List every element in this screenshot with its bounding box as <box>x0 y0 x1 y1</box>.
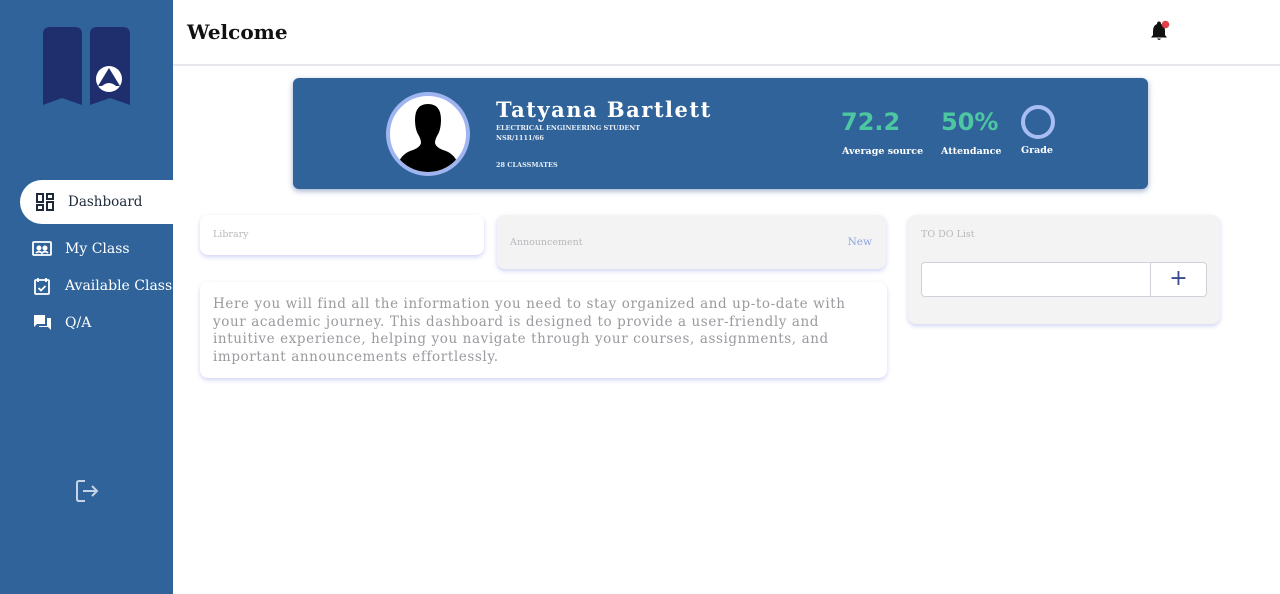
dashboard-info-card: Here you will find all the information y… <box>200 282 887 378</box>
library-card[interactable]: Library <box>200 215 484 255</box>
avatar <box>386 92 470 176</box>
sidebar-item-label: Available Class <box>65 278 173 294</box>
student-profile-card: Tatyana Bartlett ELECTRICAL ENGINEERING … <box>293 78 1148 189</box>
student-program: ELECTRICAL ENGINEERING STUDENT <box>496 124 641 132</box>
announcement-label: Announcement <box>510 237 583 248</box>
top-header: Welcome <box>173 0 1280 66</box>
todo-add-button[interactable]: + <box>1150 262 1207 297</box>
sidebar-item-qa[interactable]: Q/A <box>32 313 91 333</box>
todo-label: TO DO List <box>921 229 975 240</box>
page-title: Welcome <box>187 20 288 44</box>
library-label: Library <box>213 229 249 240</box>
todo-input[interactable] <box>921 262 1151 297</box>
sidebar: Dashboard My Class Available Class Q/A <box>0 0 173 594</box>
average-score-label: Average source <box>842 146 924 157</box>
student-id: NSR/1111/66 <box>496 134 544 142</box>
dashboard-icon <box>35 192 55 212</box>
sidebar-item-dashboard[interactable]: Dashboard <box>20 180 173 224</box>
class-icon <box>32 239 52 259</box>
logout-icon[interactable] <box>74 478 100 504</box>
todo-list-card: TO DO List + <box>908 215 1220 324</box>
grade-label: Grade <box>1021 145 1053 156</box>
average-score-value: 72.2 <box>841 108 901 136</box>
sidebar-item-available-class[interactable]: Available Class <box>32 276 172 296</box>
grade-ring-indicator <box>1021 105 1055 139</box>
sidebar-item-label: My Class <box>65 241 130 257</box>
dashboard-info-text: Here you will find all the information y… <box>213 296 846 365</box>
notification-bell-icon[interactable] <box>1150 20 1170 42</box>
chat-icon <box>32 313 52 333</box>
book-logo-icon <box>43 27 130 105</box>
classmates-count: 28 CLASSMATES <box>496 161 558 169</box>
student-name: Tatyana Bartlett <box>496 97 712 122</box>
sidebar-item-label: Q/A <box>65 315 92 331</box>
sidebar-item-label: Dashboard <box>68 194 143 210</box>
user-silhouette-icon <box>396 104 460 172</box>
announcement-new-badge[interactable]: New <box>848 236 872 248</box>
attendance-label: Attendance <box>941 146 1002 157</box>
announcement-card[interactable]: Announcement New <box>497 215 886 269</box>
attendance-value: 50% <box>941 108 999 136</box>
calendar-check-icon <box>32 276 52 296</box>
sidebar-item-my-class[interactable]: My Class <box>32 239 130 259</box>
